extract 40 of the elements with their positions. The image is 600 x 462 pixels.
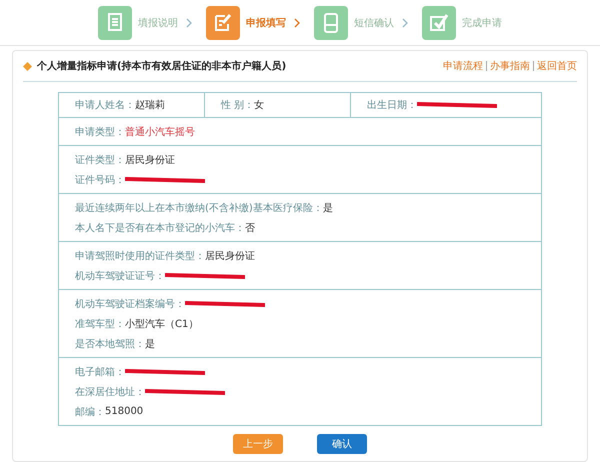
- field-value: 普通小汽车摇号: [125, 126, 195, 138]
- field-label: 证件号码：: [75, 174, 125, 186]
- step-label: 申报填写: [246, 16, 286, 30]
- field-label: 性 别：: [221, 98, 254, 112]
- field-label: 申请类型：: [75, 126, 125, 138]
- field-value: 居民身份证: [125, 154, 175, 166]
- step-label: 完成申请: [462, 16, 502, 30]
- field-label: 最近连续两年以上在本市缴纳(不含补缴)基本医疗保险：: [75, 202, 323, 214]
- back-button[interactable]: 上一步: [233, 434, 283, 454]
- field-label: 机动车驾驶证证号：: [75, 270, 165, 282]
- field-label: 机动车驾驶证档案编号：: [75, 298, 185, 310]
- field-label: 申请驾照时使用的证件类型：: [75, 250, 205, 262]
- field-label: 电子邮箱：: [75, 366, 125, 378]
- field-value: 赵瑞莉: [135, 98, 165, 112]
- chevron-icon: [402, 18, 408, 28]
- chevron-icon: [294, 18, 300, 28]
- field-label: 本人名下是否有在本市登记的小汽车：: [75, 222, 245, 234]
- chevron-icon: [186, 18, 192, 28]
- step-label: 短信确认: [354, 16, 394, 30]
- header-link[interactable]: 申请流程: [443, 59, 483, 73]
- header-link[interactable]: 办事指南: [490, 59, 530, 73]
- field-label: 在深居住地址：: [75, 386, 145, 398]
- field-label: 证件类型：: [75, 154, 125, 166]
- field-value: 居民身份证: [205, 250, 255, 262]
- field-value: 否: [245, 222, 255, 234]
- step-label: 填报说明: [138, 16, 178, 30]
- field-value: 女: [254, 99, 264, 112]
- header-link[interactable]: 返回首页: [537, 59, 577, 73]
- field-value: 是: [145, 338, 155, 350]
- field-value: 是: [322, 202, 333, 214]
- field-label: 申请人姓名：: [75, 98, 135, 112]
- field-label: 准驾车型：: [75, 318, 125, 330]
- field-label: 邮编：: [75, 406, 105, 418]
- field-value: 518000: [105, 406, 144, 417]
- confirm-button[interactable]: 确认: [317, 434, 367, 454]
- field-value: 小型汽车（C1）: [125, 318, 198, 330]
- field-label: 出生日期：: [367, 98, 417, 112]
- diamond-icon: [23, 62, 32, 70]
- field-label: 是否本地驾照：: [75, 338, 145, 350]
- form-title: 个人增量指标申请(持本市有效居住证的非本市户籍人员): [37, 59, 286, 73]
